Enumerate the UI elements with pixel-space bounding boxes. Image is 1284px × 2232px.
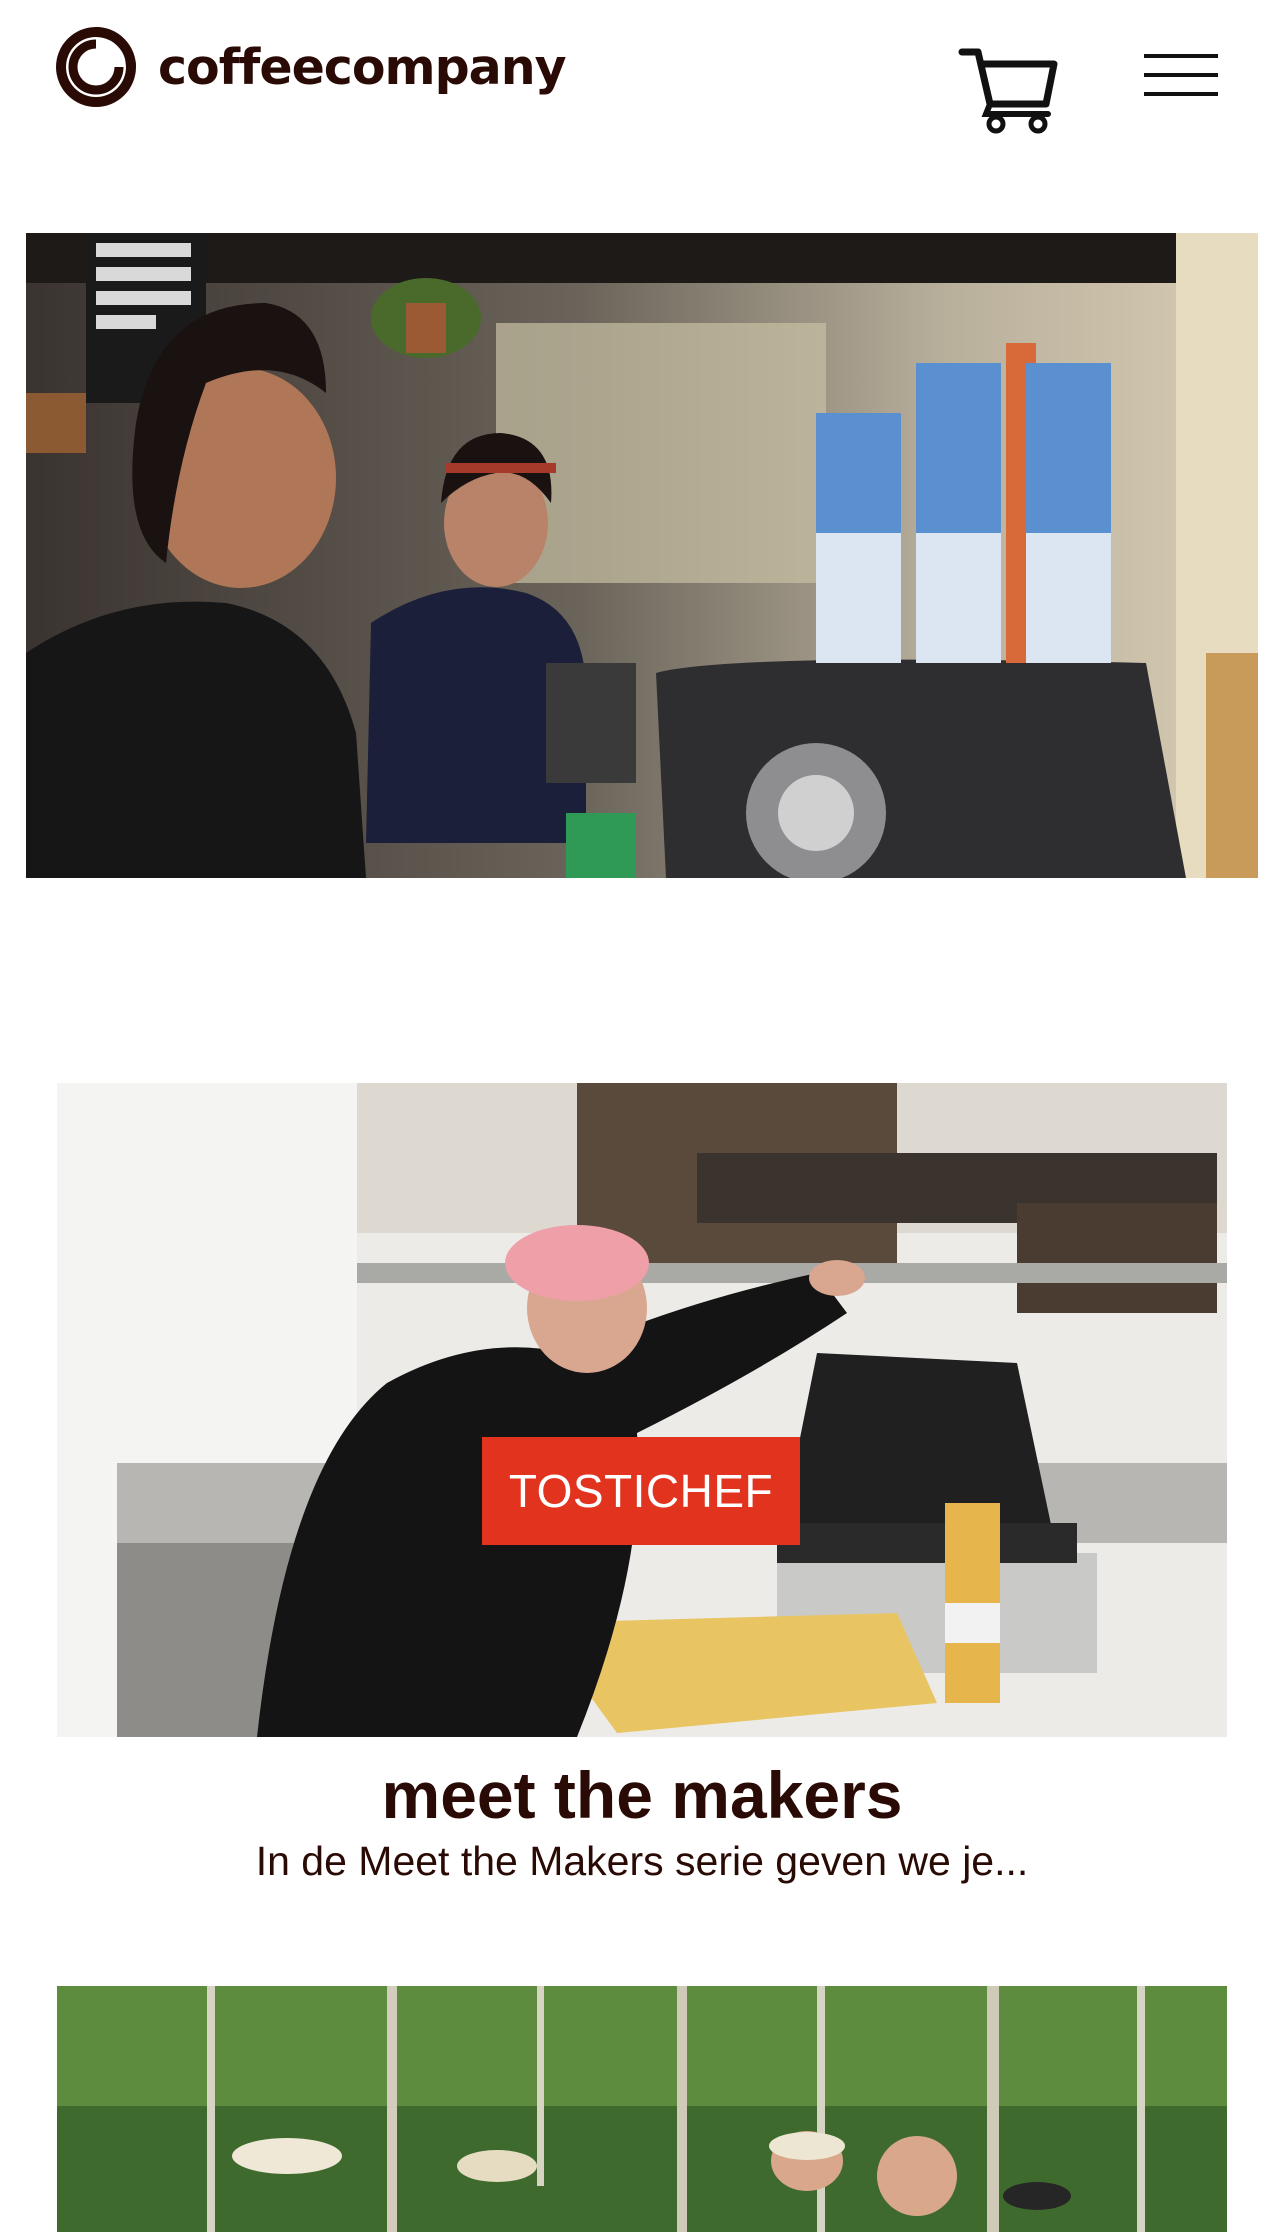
group-in-forest-image [57, 1986, 1227, 2232]
article-card[interactable]: TOSTICHEF meet the makers In de Meet the… [57, 1083, 1227, 1885]
cart-icon[interactable] [958, 44, 1058, 134]
article-title[interactable]: meet the makers [57, 1759, 1227, 1832]
site-header: coffeecompany [0, 0, 1284, 160]
hero-image [26, 233, 1258, 878]
article-card-2-image[interactable] [57, 1986, 1227, 2232]
coffeecompany-logo-icon [56, 27, 140, 107]
brand-logo-link[interactable]: coffeecompany [52, 22, 567, 112]
article-excerpt: In de Meet the Makers serie geven we je.… [255, 1837, 1029, 1884]
article-image[interactable]: TOSTICHEF [57, 1083, 1227, 1737]
article-badge: TOSTICHEF [482, 1437, 800, 1545]
brand-name: coffeecompany [158, 38, 567, 96]
man-making-toastie-image [57, 1083, 1227, 1737]
hamburger-menu-icon[interactable] [1144, 52, 1218, 98]
baristas-at-espresso-machine-image [26, 233, 1258, 878]
